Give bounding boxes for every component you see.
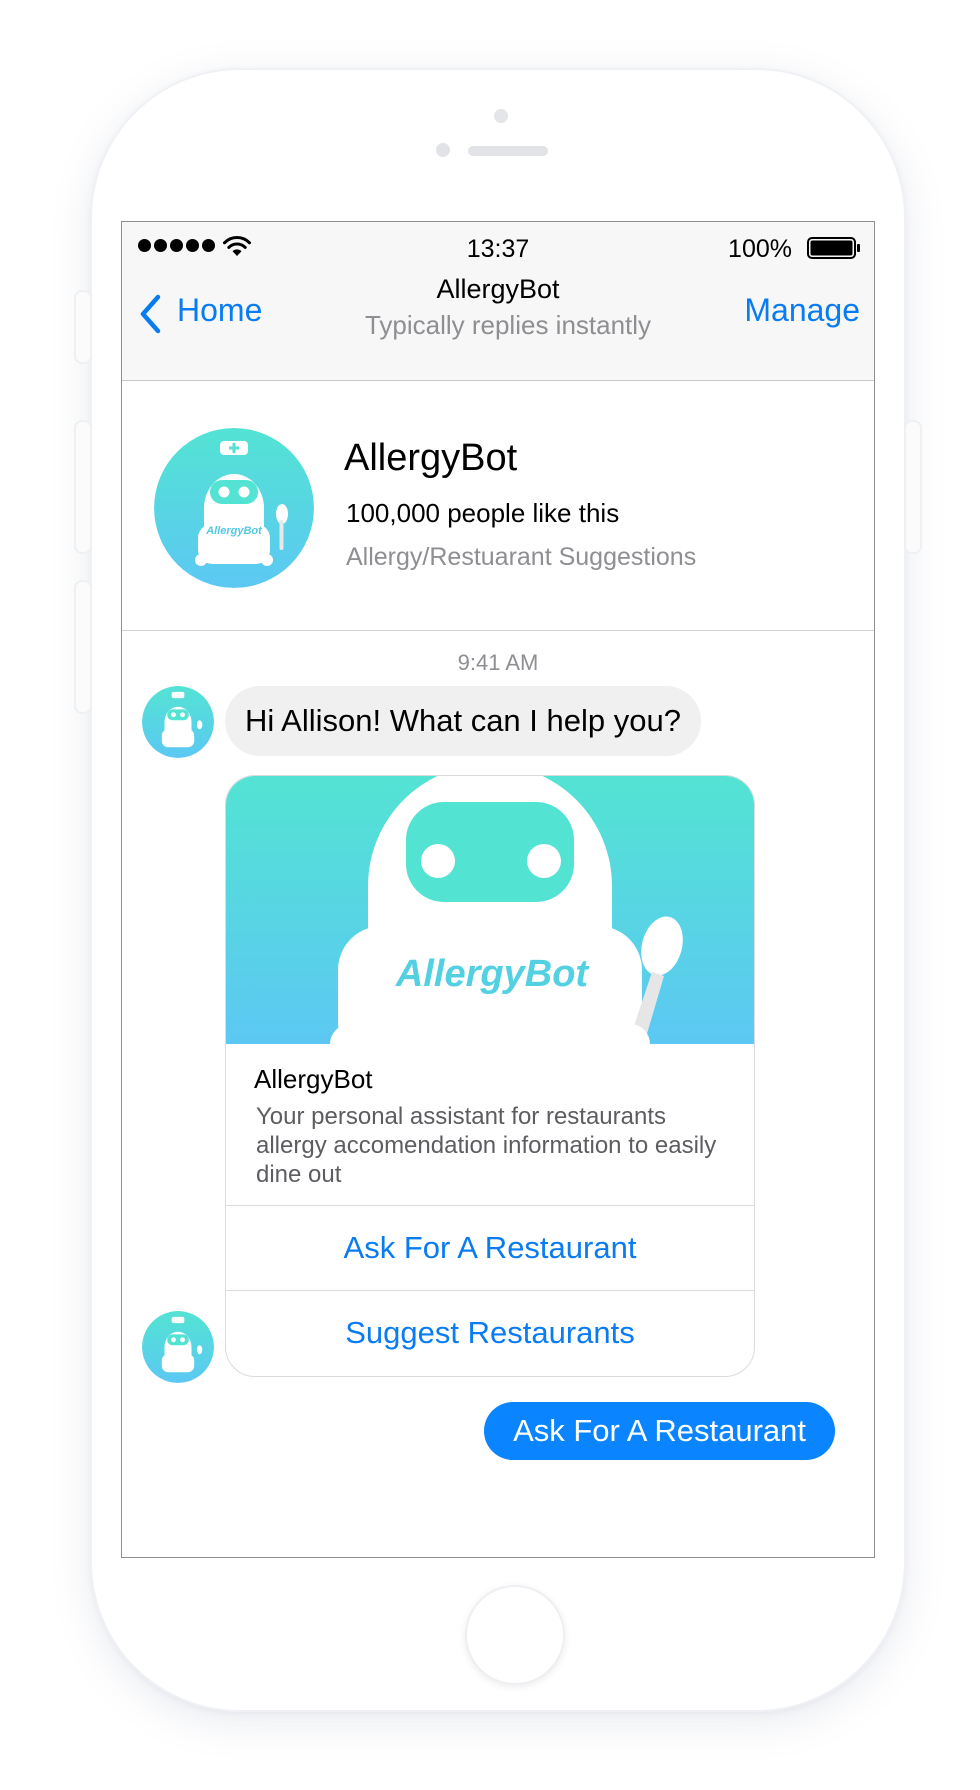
side-button-power — [904, 420, 922, 554]
svg-text:AllergyBot: AllergyBot — [205, 525, 263, 537]
robot-logo-icon — [142, 1311, 214, 1383]
profile-name: AllergyBot — [344, 437, 518, 479]
side-button-volume-up — [74, 420, 92, 554]
navigation-bar: Home AllergyBot Typically replies instan… — [122, 272, 874, 381]
battery-icon — [807, 237, 860, 259]
outgoing-message-bubble: Ask For A Restaurant — [484, 1402, 835, 1460]
suggest-restaurants-button[interactable]: Suggest Restaurants — [226, 1290, 754, 1375]
ask-for-restaurant-button[interactable]: Ask For A Restaurant — [226, 1205, 754, 1290]
side-button-volume-down — [74, 580, 92, 714]
robot-logo-icon: AllergyBot — [154, 428, 314, 588]
side-button-mute — [74, 290, 92, 364]
card-hero-image: AllergyBot — [226, 776, 754, 1044]
robot-logo-icon — [142, 686, 214, 758]
home-button[interactable] — [465, 1585, 565, 1685]
message-timestamp: 9:41 AM — [457, 650, 539, 675]
card-title: AllergyBot — [254, 1064, 373, 1094]
generic-template-card: AllergyBot AllergyBot Your personal assi… — [225, 775, 755, 1377]
manage-button[interactable]: Manage — [744, 292, 860, 329]
front-camera — [436, 143, 450, 157]
battery-percent: 100% — [728, 235, 792, 263]
screen: 13:37 100% Home AllergyBot Typically rep… — [121, 221, 875, 1558]
proximity-sensor — [494, 109, 508, 123]
profile-likes: 100,000 people like this — [346, 498, 620, 528]
svg-text:AllergyBot: AllergyBot — [395, 953, 589, 995]
status-bar: 13:37 100% — [122, 222, 874, 272]
profile-category: Allergy/Restuarant Suggestions — [346, 543, 697, 571]
card-description: Your personal assistant for restaurants … — [256, 1103, 717, 1188]
bot-avatar-small[interactable] — [142, 1311, 214, 1383]
bot-profile-header: AllergyBot AllergyBot 100,000 people lik… — [122, 381, 874, 631]
bot-profile-avatar[interactable]: AllergyBot — [154, 428, 314, 588]
earpiece-speaker — [468, 146, 548, 156]
incoming-message-bubble: Hi Allison! What can I help you? — [225, 686, 701, 756]
bot-avatar-small[interactable] — [142, 686, 214, 758]
